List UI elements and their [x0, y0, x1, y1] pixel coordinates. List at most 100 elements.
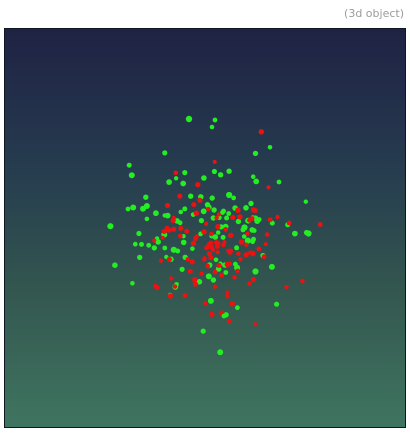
red-point [164, 202, 171, 209]
red-point [223, 227, 229, 232]
green-point [274, 301, 280, 307]
red-point [238, 239, 245, 245]
red-point [209, 311, 215, 317]
viewer-label: (3d object) [344, 7, 404, 20]
green-point [250, 174, 256, 179]
green-point [162, 245, 168, 251]
red-point [185, 257, 190, 262]
red-point [266, 185, 271, 190]
red-point [247, 281, 252, 286]
green-point [220, 234, 226, 240]
green-point [267, 145, 273, 150]
red-point [177, 193, 183, 199]
red-point [212, 284, 218, 289]
green-point [188, 193, 194, 199]
green-point [180, 180, 187, 187]
green-point [182, 170, 188, 176]
green-point [210, 277, 217, 283]
green-point [205, 273, 212, 280]
green-point [201, 175, 207, 181]
red-point [167, 293, 174, 299]
red-point [228, 232, 234, 239]
red-point [160, 235, 165, 240]
green-point [221, 313, 227, 319]
red-point [206, 206, 211, 212]
green-point [177, 220, 183, 226]
red-point [235, 207, 241, 213]
red-point [258, 129, 264, 135]
green-point [200, 328, 206, 334]
red-point [284, 284, 289, 290]
red-point [201, 229, 207, 235]
green-point [217, 172, 224, 178]
red-point [164, 228, 169, 233]
red-point [264, 232, 270, 237]
red-point [261, 254, 267, 260]
red-point [300, 278, 305, 284]
green-point [190, 246, 195, 251]
green-point [185, 115, 193, 123]
red-point [210, 247, 216, 253]
green-point [251, 236, 256, 242]
red-point [213, 239, 220, 246]
red-point [250, 276, 257, 283]
green-point [130, 204, 137, 211]
point-cloud [107, 115, 323, 356]
page: (3d object) [0, 0, 410, 434]
red-point [212, 159, 217, 164]
red-point [219, 272, 225, 278]
green-point [136, 230, 142, 237]
red-point [232, 275, 237, 280]
green-point [235, 218, 242, 225]
green-point [146, 242, 152, 248]
red-point [224, 261, 230, 268]
red-point [221, 242, 226, 248]
red-point [244, 242, 249, 247]
red-point [177, 233, 183, 239]
red-point [267, 217, 273, 223]
red-point [178, 225, 184, 231]
red-point [203, 301, 208, 306]
red-point [208, 240, 214, 246]
green-point [248, 200, 254, 207]
green-point [175, 248, 181, 254]
red-point [205, 264, 210, 269]
green-point [223, 270, 229, 275]
green-point [215, 230, 221, 235]
red-point [187, 268, 193, 274]
red-point [173, 170, 179, 176]
green-point [224, 215, 230, 221]
green-point [128, 172, 135, 179]
red-point [168, 276, 174, 281]
green-point [211, 168, 217, 175]
red-point [226, 318, 232, 324]
green-point [217, 349, 224, 356]
green-point [213, 257, 219, 263]
3d-viewport[interactable] [4, 28, 406, 428]
green-point [268, 263, 275, 270]
red-point [228, 248, 234, 254]
green-point [226, 168, 232, 174]
green-point [180, 239, 187, 246]
green-point [235, 305, 240, 311]
green-point [182, 206, 188, 212]
red-point [158, 258, 164, 263]
red-point [236, 251, 241, 256]
green-point [164, 212, 171, 219]
green-point [212, 117, 218, 123]
green-point [143, 194, 149, 200]
green-point [178, 209, 184, 215]
red-point [247, 218, 252, 223]
red-point [275, 214, 280, 220]
red-point [250, 207, 257, 213]
green-point [226, 211, 232, 216]
green-point [151, 245, 157, 251]
red-point [253, 322, 258, 327]
red-point [171, 226, 177, 232]
red-point [317, 222, 323, 227]
red-point [166, 256, 172, 262]
red-point [256, 246, 262, 252]
red-point [250, 250, 256, 257]
red-point [245, 231, 250, 236]
green-point [130, 281, 135, 286]
